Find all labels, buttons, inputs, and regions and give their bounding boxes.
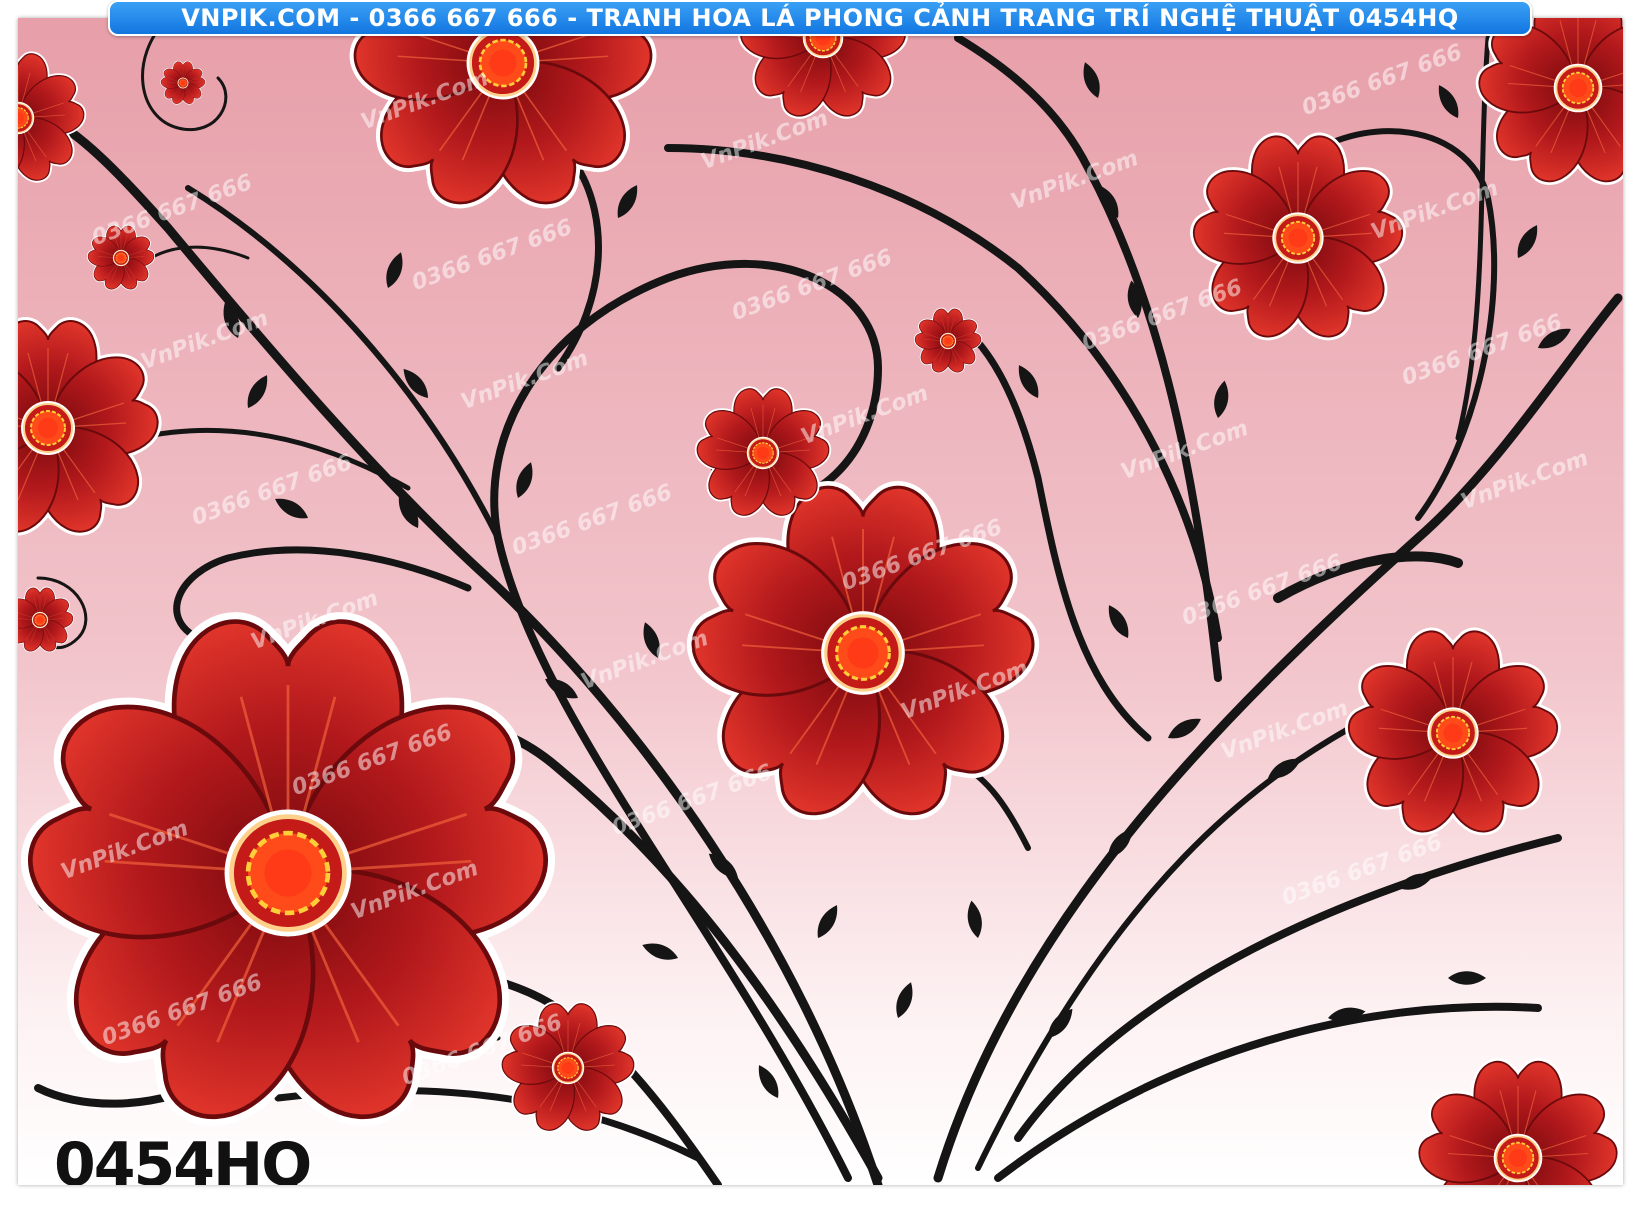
floral-artwork (18, 18, 1623, 1185)
title-banner: VNPIK.COM - 0366 667 666 - TRANH HOA LÁ … (108, 0, 1532, 36)
artwork-frame: VnPik.Com VnPik.Com VnPik.Com VnPik.Com … (18, 18, 1623, 1185)
artwork-code: 0454HQ (54, 1130, 312, 1185)
